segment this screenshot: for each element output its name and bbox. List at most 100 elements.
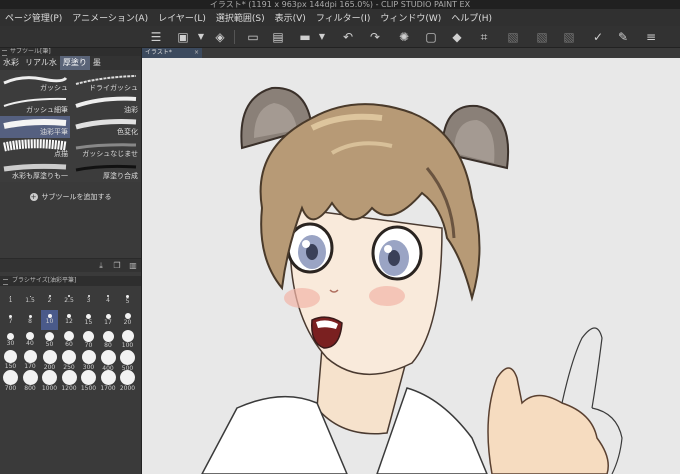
- brush-size-label: 1500: [80, 385, 97, 392]
- brush-size-option[interactable]: 2.5: [61, 290, 78, 310]
- settings-icon[interactable]: ≡: [643, 29, 659, 45]
- size-dot-icon: [102, 330, 114, 342]
- brush-item[interactable]: ドライガッシュ: [70, 72, 140, 94]
- brush-item[interactable]: 点描: [0, 138, 70, 160]
- canvas-area[interactable]: イラスト* ×: [142, 48, 680, 474]
- brush-size-option[interactable]: 3: [80, 290, 97, 310]
- size-dot-icon: [81, 350, 96, 364]
- brush-size-option[interactable]: 500: [119, 350, 136, 372]
- brush-item[interactable]: 厚塗り合成: [70, 160, 140, 182]
- brush-item[interactable]: 色変化: [70, 116, 140, 138]
- brush-size-option[interactable]: 70: [80, 330, 97, 350]
- brush-size-option[interactable]: 30: [2, 330, 19, 350]
- brush-size-option[interactable]: 10: [41, 310, 58, 330]
- tab-real-watercolor[interactable]: リアル水: [22, 56, 60, 70]
- brush-item[interactable]: 水彩も厚塗りも一: [0, 160, 70, 182]
- brush-size-label: 15: [84, 318, 93, 326]
- brush-size-option[interactable]: 2000: [119, 370, 136, 392]
- brush-size-option[interactable]: 8: [22, 310, 39, 330]
- size-dot-icon: [61, 370, 77, 385]
- brush-size-option[interactable]: 40: [22, 330, 39, 350]
- fill-icon[interactable]: ◆: [449, 29, 465, 45]
- brush-size-option[interactable]: 300: [80, 350, 97, 371]
- brush-size-option[interactable]: 1: [2, 290, 19, 310]
- brush-size-label: 20: [123, 319, 132, 326]
- menu-filter[interactable]: フィルター(I): [311, 11, 376, 24]
- brush-size-option[interactable]: 20: [119, 310, 136, 330]
- clear-icon[interactable]: ▢: [423, 29, 439, 45]
- menu-page[interactable]: ページ管理(P): [0, 11, 67, 24]
- save-icon[interactable]: ▬: [297, 29, 313, 45]
- brush-item[interactable]: 油彩: [70, 94, 140, 116]
- brush-size-option[interactable]: 7: [2, 310, 19, 330]
- trash-icon[interactable]: ▥: [128, 261, 138, 271]
- brush-size-option[interactable]: 400: [100, 350, 117, 372]
- pen-icon[interactable]: ✓: [590, 29, 606, 45]
- crop-icon[interactable]: ⌗: [476, 29, 492, 45]
- brush-size-option[interactable]: 4: [100, 290, 117, 310]
- brush-icon[interactable]: ✎: [615, 29, 631, 45]
- brush-size-label: 1.5: [25, 296, 35, 304]
- brush-item[interactable]: ガッシュなじませ: [70, 138, 140, 160]
- brush-size-option[interactable]: 200: [41, 350, 58, 371]
- document-tab[interactable]: イラスト* ×: [142, 48, 202, 58]
- ruler-icon[interactable]: ▧: [505, 29, 521, 45]
- brush-size-option[interactable]: 150: [2, 350, 19, 370]
- brush-size-option[interactable]: 80: [100, 330, 117, 350]
- brush-size-grid: 1 1.5 2 2.5 3 4 5 7 8 10 12 15 17 20 30 40 50 60 70 80 100 15…: [0, 286, 141, 426]
- brush-size-option[interactable]: 170: [22, 350, 39, 370]
- brush-item[interactable]: 油彩平筆: [0, 116, 70, 138]
- menu-window[interactable]: ウィンドウ(W): [375, 11, 446, 24]
- undo-icon[interactable]: ↶: [340, 29, 356, 45]
- loading-icon[interactable]: ✺: [396, 29, 412, 45]
- tab-watercolor[interactable]: 水彩: [0, 56, 22, 70]
- menu-selection[interactable]: 選択範囲(S): [211, 11, 270, 24]
- menu-view[interactable]: 表示(V): [270, 11, 311, 24]
- tab-ink[interactable]: 墨: [90, 56, 104, 70]
- artwork-illustration: [201, 86, 623, 474]
- open-file-icon[interactable]: ▤: [270, 29, 286, 45]
- ruler-icon[interactable]: ▧: [534, 29, 550, 45]
- menu-icon[interactable]: ☰: [148, 29, 164, 45]
- brush-size-option[interactable]: 1.5: [22, 290, 39, 310]
- brush-size-option[interactable]: 15: [80, 310, 97, 330]
- size-dot-icon: [121, 330, 134, 342]
- brush-item[interactable]: ガッシュ: [0, 72, 70, 94]
- brush-size-option[interactable]: 17: [100, 310, 117, 330]
- add-subtool-button[interactable]: + サブツールを追加する: [0, 182, 141, 212]
- brush-size-label: 1: [8, 296, 13, 304]
- brush-item[interactable]: ガッシュ細筆: [0, 94, 70, 116]
- command-bar: ☰ ▣ ▼ ◈ ▭ ▤ ▬ ▼ ↶ ↷ ✺ ▢ ◆ ⌗ ▧ ▧ ▧ ✓ ✎ ≡: [0, 26, 680, 48]
- brush-size-option[interactable]: 250: [61, 350, 78, 371]
- transform-icon[interactable]: ▣: [175, 29, 191, 45]
- brush-size-option[interactable]: 50: [41, 330, 58, 350]
- chevron-down-icon[interactable]: ▼: [193, 29, 209, 45]
- download-icon[interactable]: ⤓: [96, 261, 106, 271]
- new-file-icon[interactable]: ▭: [245, 29, 261, 45]
- size-dot-icon: [120, 370, 135, 385]
- menu-help[interactable]: ヘルプ(H): [446, 11, 497, 24]
- brush-size-option[interactable]: 5: [119, 290, 136, 310]
- brush-size-option[interactable]: 1500: [80, 370, 97, 392]
- brush-size-option[interactable]: 1700: [100, 370, 117, 392]
- brush-size-option[interactable]: 60: [61, 330, 78, 350]
- brush-size-label: 2.5: [64, 297, 74, 304]
- brush-size-option[interactable]: 2: [41, 290, 58, 310]
- brush-size-option[interactable]: 1000: [41, 370, 58, 392]
- close-icon[interactable]: ×: [194, 48, 199, 58]
- redo-icon[interactable]: ↷: [367, 29, 383, 45]
- chevron-down-icon[interactable]: ▼: [314, 29, 330, 45]
- brush-size-label: 80: [104, 341, 112, 349]
- ruler-icon[interactable]: ▧: [561, 29, 577, 45]
- app-window: イラスト* (1191 x 963px 144dpi 165.0%) - CLI…: [0, 0, 680, 474]
- brush-size-option[interactable]: 1200: [61, 370, 78, 392]
- snap-icon[interactable]: ◈: [212, 29, 228, 45]
- tab-thick-paint[interactable]: 厚塗り: [59, 56, 90, 70]
- brush-size-option[interactable]: 800: [22, 370, 39, 392]
- brush-size-option[interactable]: 12: [61, 310, 78, 330]
- brush-size-option[interactable]: 700: [2, 370, 19, 392]
- menu-animation[interactable]: アニメーション(A): [67, 11, 153, 24]
- brush-size-option[interactable]: 100: [119, 330, 136, 350]
- menu-layer[interactable]: レイヤー(L): [153, 11, 211, 24]
- copy-icon[interactable]: ❐: [112, 261, 122, 271]
